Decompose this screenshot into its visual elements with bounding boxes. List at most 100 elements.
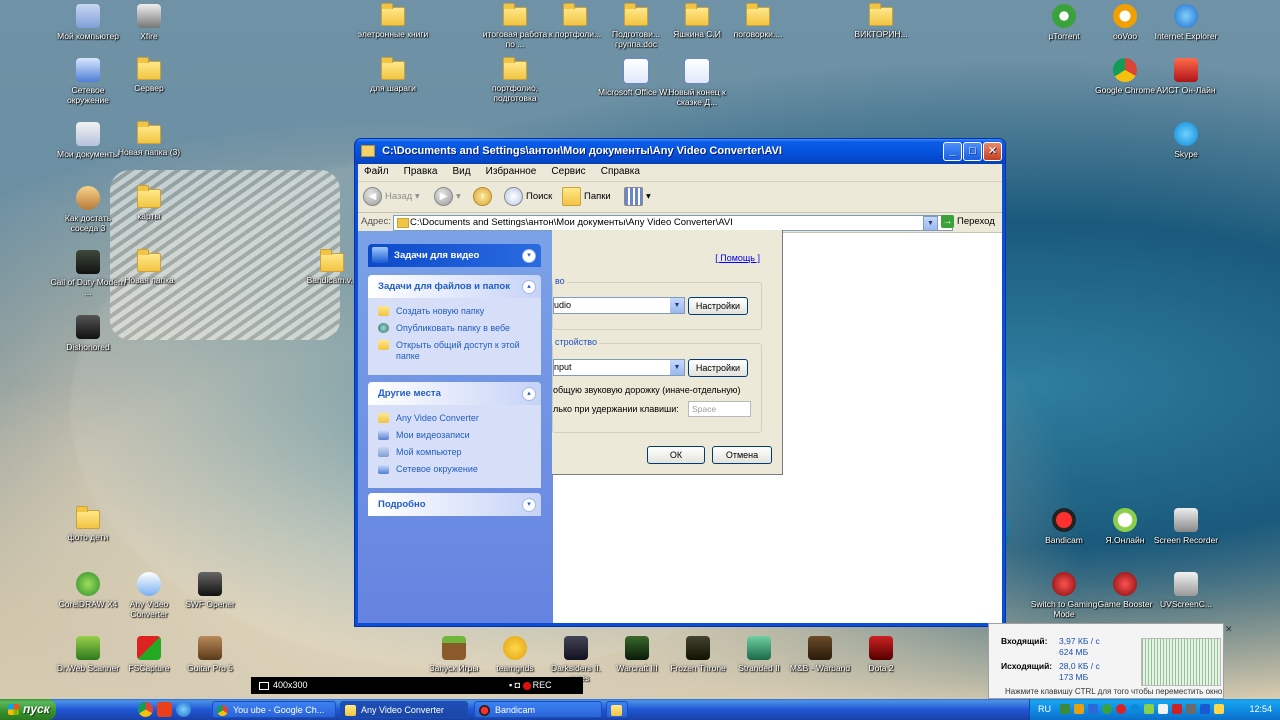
speaker-icon[interactable] bbox=[1186, 704, 1196, 714]
desktop-icon-ebooks[interactable]: элетронные книги bbox=[355, 2, 431, 39]
settings-button-2[interactable]: Настройки bbox=[688, 359, 748, 377]
chevron-up-icon[interactable]: ▴ bbox=[522, 387, 536, 401]
menu-view[interactable]: Вид bbox=[447, 164, 477, 179]
close-button[interactable]: ✕ bbox=[983, 142, 1002, 161]
desktop-icon-new-folder[interactable]: Новая папка bbox=[111, 248, 187, 285]
desktop-icon-dota2[interactable]: Dota 2 bbox=[843, 634, 919, 673]
desktop-icon-xfire[interactable]: Xfire bbox=[111, 2, 187, 41]
desktop-icon-photo-kids[interactable]: фото дети bbox=[50, 505, 126, 542]
desktop-icon-server[interactable]: Сервер bbox=[111, 56, 187, 93]
place-network[interactable]: Сетевое окружение bbox=[378, 464, 531, 475]
tray-app-icon[interactable] bbox=[1074, 704, 1084, 714]
menu-favorites[interactable]: Избранное bbox=[480, 164, 543, 179]
desktop-icon-internet-explorer[interactable]: Internet Explorer bbox=[1148, 2, 1224, 41]
views-button[interactable]: ▾ bbox=[624, 187, 651, 207]
go-button[interactable]: → Переход bbox=[941, 215, 995, 229]
panel-title: Задачи для файлов и папок bbox=[378, 281, 510, 292]
group-label: стройство bbox=[553, 337, 599, 347]
desktop-icon-new-ending[interactable]: Новый конец к сказке Д... bbox=[659, 56, 735, 107]
game-icon bbox=[76, 186, 100, 210]
new-folder-link[interactable]: Создать новую папку bbox=[378, 306, 531, 317]
chevron-up-icon[interactable]: ▴ bbox=[522, 280, 536, 294]
network-tray-icon[interactable] bbox=[1200, 704, 1210, 714]
panel-header[interactable]: Подробно ▾ bbox=[368, 493, 541, 516]
film-icon bbox=[372, 247, 388, 263]
task-explorer[interactable]: Any Video Converter bbox=[340, 701, 468, 718]
rec-label[interactable]: REC bbox=[533, 680, 552, 690]
desktop-icon-sayings[interactable]: поговорки.... bbox=[720, 2, 796, 39]
minimize-button[interactable]: _ bbox=[943, 142, 962, 161]
menu-help[interactable]: Справка bbox=[595, 164, 646, 179]
desktop-icon-swf-opener[interactable]: SWF Opener bbox=[172, 570, 248, 609]
share-folder-link[interactable]: Открыть общий доступ к этой папке bbox=[378, 340, 531, 362]
system-tray: RU 12:54 bbox=[1029, 699, 1280, 720]
back-button[interactable]: ◀ Назад ▾ bbox=[363, 187, 420, 207]
task-bandicam[interactable]: Bandicam bbox=[474, 701, 602, 718]
address-input[interactable]: C:\Documents and Settings\антон\Мои доку… bbox=[393, 215, 953, 231]
language-indicator[interactable]: RU bbox=[1038, 699, 1051, 720]
tray-app-icon[interactable] bbox=[1088, 704, 1098, 714]
task-chrome[interactable]: You ube - Google Ch... bbox=[212, 701, 336, 718]
place-my-videos[interactable]: Мои видеозаписи bbox=[378, 430, 531, 441]
place-any-video-converter[interactable]: Any Video Converter bbox=[378, 413, 531, 424]
search-label: Поиск bbox=[526, 191, 553, 203]
hotkey-input[interactable]: Space bbox=[688, 401, 751, 417]
folder-icon bbox=[137, 249, 161, 272]
up-button[interactable]: ↑ bbox=[473, 187, 495, 207]
tray-app-icon[interactable] bbox=[1214, 704, 1224, 714]
panel-header[interactable]: Другие места ▴ bbox=[368, 382, 541, 405]
maximize-button[interactable]: □ bbox=[963, 142, 982, 161]
tray-app-icon[interactable] bbox=[1158, 704, 1168, 714]
desktop-icon-new-folder-3[interactable]: Новая папка (3) bbox=[111, 120, 187, 157]
chevron-down-icon[interactable]: ▾ bbox=[522, 498, 536, 512]
desktop-icon-screen-recorder[interactable]: Screen Recorder bbox=[1148, 506, 1224, 545]
address-dropdown-button[interactable]: ▼ bbox=[923, 216, 938, 231]
menu-edit[interactable]: Правка bbox=[398, 164, 444, 179]
input-select[interactable]: nput ▼ bbox=[553, 359, 685, 376]
tray-app-icon[interactable] bbox=[1116, 704, 1126, 714]
shared-track-checkbox-label[interactable]: общую звуковую дорожку (иначе-отдельную) bbox=[553, 385, 740, 395]
close-icon[interactable]: ✕ bbox=[1225, 624, 1235, 634]
panel-header[interactable]: Задачи для видео ▾ bbox=[368, 244, 541, 267]
clock[interactable]: 12:54 bbox=[1249, 699, 1272, 720]
panel-header[interactable]: Задачи для файлов и папок ▴ bbox=[368, 275, 541, 298]
desktop-icon-skype[interactable]: Skype bbox=[1148, 120, 1224, 159]
publish-web-link[interactable]: Опубликовать папку в вебе bbox=[378, 323, 531, 334]
link-label: Мой компьютер bbox=[396, 447, 462, 457]
tray-app-icon[interactable] bbox=[1172, 704, 1182, 714]
cancel-button[interactable]: Отмена bbox=[712, 446, 772, 464]
help-link[interactable]: [ Помощь ] bbox=[715, 253, 760, 263]
chevron-down-icon[interactable]: ▾ bbox=[522, 249, 536, 263]
task-folder[interactable] bbox=[606, 701, 628, 718]
chrome-icon[interactable] bbox=[138, 702, 153, 717]
menu-tools[interactable]: Сервис bbox=[545, 164, 591, 179]
desktop-icon-portfolio-prep[interactable]: портфолио, подготовка bbox=[477, 56, 553, 103]
game-icon bbox=[625, 636, 649, 660]
ie-icon[interactable] bbox=[176, 702, 191, 717]
tray-app-icon[interactable] bbox=[1130, 704, 1140, 714]
ok-button[interactable]: ОК bbox=[647, 446, 705, 464]
desktop-icon-for-college[interactable]: для шараги bbox=[355, 56, 431, 93]
settings-button-1[interactable]: Настройки bbox=[688, 297, 748, 315]
desktop-icon-quiz[interactable]: ВИКТОРИН... bbox=[843, 2, 919, 39]
desktop-icon-maps[interactable]: карты bbox=[111, 184, 187, 221]
audio-select[interactable]: udio ▼ bbox=[553, 297, 685, 314]
start-button[interactable]: пуск bbox=[0, 699, 56, 720]
network-meter[interactable]: Входящий: 3,97 КБ / с 624 МБ Исходящий: … bbox=[988, 623, 1233, 699]
place-my-computer[interactable]: Мой компьютер bbox=[378, 447, 531, 458]
forward-button[interactable]: ▶ ▾ bbox=[434, 187, 461, 207]
desktop-icon-uvscreen[interactable]: UVScreenC... bbox=[1148, 570, 1224, 609]
tray-app-icon[interactable] bbox=[1144, 704, 1154, 714]
desktop-icon-guitar-pro[interactable]: Guitar Pro 5 bbox=[172, 634, 248, 673]
tray-app-icon[interactable] bbox=[1060, 704, 1070, 714]
amigo-icon[interactable] bbox=[157, 702, 172, 717]
tray-app-icon[interactable] bbox=[1102, 704, 1112, 714]
window-titlebar[interactable]: C:\Documents and Settings\антон\Мои доку… bbox=[355, 139, 1005, 164]
menu-file[interactable]: Файл bbox=[358, 164, 395, 179]
recorder-bar[interactable]: 400x300 ▪ ◘ REC bbox=[251, 677, 583, 694]
folders-button[interactable]: Папки bbox=[562, 187, 611, 207]
desktop-icon-aist[interactable]: АИСТ Он-Лайн bbox=[1148, 56, 1224, 95]
search-button[interactable]: ⌕ Поиск bbox=[504, 187, 552, 207]
desktop-icon-dishonored[interactable]: Dishonored bbox=[50, 313, 126, 352]
hold-key-checkbox-label[interactable]: лько при удержании клавиши: bbox=[553, 404, 679, 414]
